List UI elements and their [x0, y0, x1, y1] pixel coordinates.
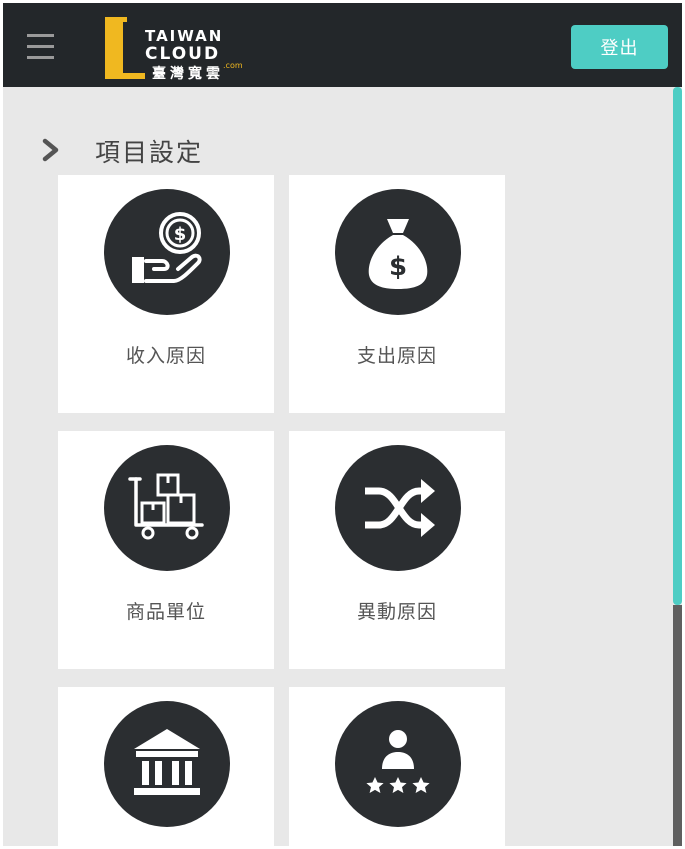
- hamburger-menu-icon[interactable]: [27, 31, 55, 61]
- svg-text:$: $: [389, 252, 407, 282]
- card-product-unit[interactable]: 商品單位: [58, 431, 274, 669]
- card-label: 收入原因: [125, 345, 206, 367]
- icon-circle: [104, 445, 230, 571]
- bank-icon: [134, 729, 200, 795]
- scrollbar-thumb[interactable]: [673, 87, 682, 605]
- icon-circle: $: [335, 189, 461, 315]
- logout-button[interactable]: 登出: [571, 25, 668, 69]
- app-frame: TAIWAN CLOUD .com 臺灣寬雲 登出 項目設定 $ 收入原因 $ …: [3, 3, 682, 846]
- vertical-scrollbar[interactable]: [672, 87, 682, 846]
- card-rating[interactable]: [289, 687, 505, 846]
- cart-boxes-icon: [128, 473, 204, 540]
- card-label: 支出原因: [356, 345, 437, 367]
- hand-coin-icon: $: [132, 212, 202, 283]
- card-expense-reason[interactable]: $ 支出原因: [289, 175, 505, 413]
- card-income-reason[interactable]: $ 收入原因: [58, 175, 274, 413]
- person-stars-icon: [366, 730, 430, 793]
- logo-text-suffix: .com: [223, 61, 243, 70]
- logo-text-line2: CLOUD: [145, 44, 220, 64]
- top-navbar: TAIWAN CLOUD .com 臺灣寬雲 登出: [3, 3, 682, 87]
- taiwan-cloud-logo[interactable]: TAIWAN CLOUD .com 臺灣寬雲: [99, 13, 249, 82]
- logo-text-line1: TAIWAN: [145, 27, 223, 45]
- svg-text:$: $: [174, 224, 187, 245]
- card-change-reason[interactable]: 異動原因: [289, 431, 505, 669]
- card-label: 異動原因: [356, 601, 437, 623]
- card-label: 商品單位: [125, 601, 206, 623]
- chevron-right-icon: [42, 138, 59, 162]
- card-bank[interactable]: [58, 687, 274, 846]
- icon-circle: [335, 445, 461, 571]
- icon-circle: $: [104, 189, 230, 315]
- logo-text-chinese: 臺灣寬雲: [152, 65, 224, 81]
- section-title: 項目設定: [95, 138, 204, 167]
- icon-circle: [104, 701, 230, 827]
- scrollbar-track: [673, 605, 682, 846]
- money-bag-icon: $: [368, 219, 428, 289]
- shuffle-icon: [365, 479, 435, 537]
- icon-circle: [335, 701, 461, 827]
